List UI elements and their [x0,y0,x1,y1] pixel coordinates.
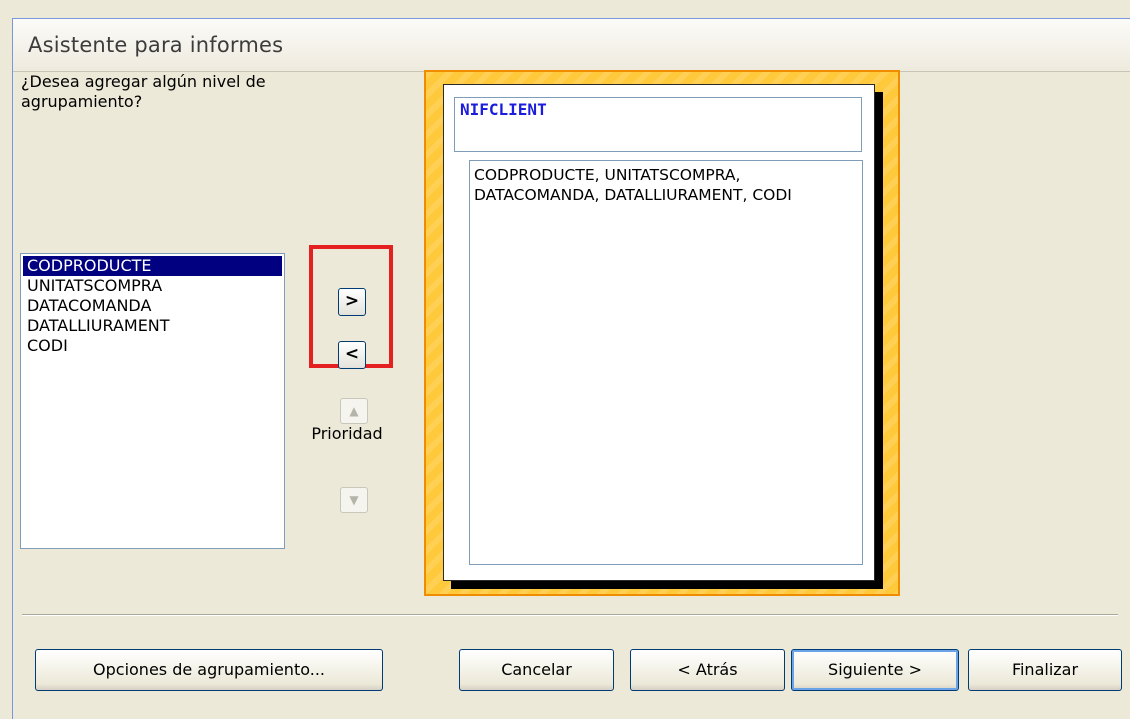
separator [22,614,1118,616]
list-item-unitatscompra[interactable]: UNITATSCOMPRA [23,276,282,296]
group-header-label: NIFCLIENT [460,100,547,119]
available-fields-list[interactable]: CODPRODUCTE UNITATSCOMPRA DATACOMANDA DA… [20,253,285,549]
list-item-codi[interactable]: CODI [23,336,282,356]
cancel-button[interactable]: Cancelar [459,649,614,691]
window-title: Asistente para informes [28,33,284,57]
group-header-box: NIFCLIENT [454,97,862,152]
finish-button[interactable]: Finalizar [968,649,1122,691]
grouping-question: ¿Desea agregar algún nivel de agrupamien… [21,72,266,111]
back-button[interactable]: < Atrás [630,649,785,691]
list-item-codproducte[interactable]: CODPRODUCTE [23,256,282,276]
list-item-datacomanda[interactable]: DATACOMANDA [23,296,282,316]
list-item-datalliurament[interactable]: DATALLIURAMENT [23,316,282,336]
arrow-down-icon: ▼ [349,493,359,507]
add-grouping-button[interactable]: > [338,288,366,316]
remove-grouping-button[interactable]: < [338,341,366,369]
priority-label: Prioridad [311,424,383,443]
detail-fields-box: CODPRODUCTE, UNITATSCOMPRA, DATACOMANDA,… [469,160,863,565]
priority-down-button[interactable]: ▼ [340,487,368,513]
title-bar: Asistente para informes [13,19,1130,72]
priority-up-button[interactable]: ▲ [340,398,368,424]
grouping-options-button[interactable]: Opciones de agrupamiento... [35,649,383,691]
arrow-up-icon: ▲ [349,404,359,418]
next-button[interactable]: Siguiente > [791,649,959,691]
